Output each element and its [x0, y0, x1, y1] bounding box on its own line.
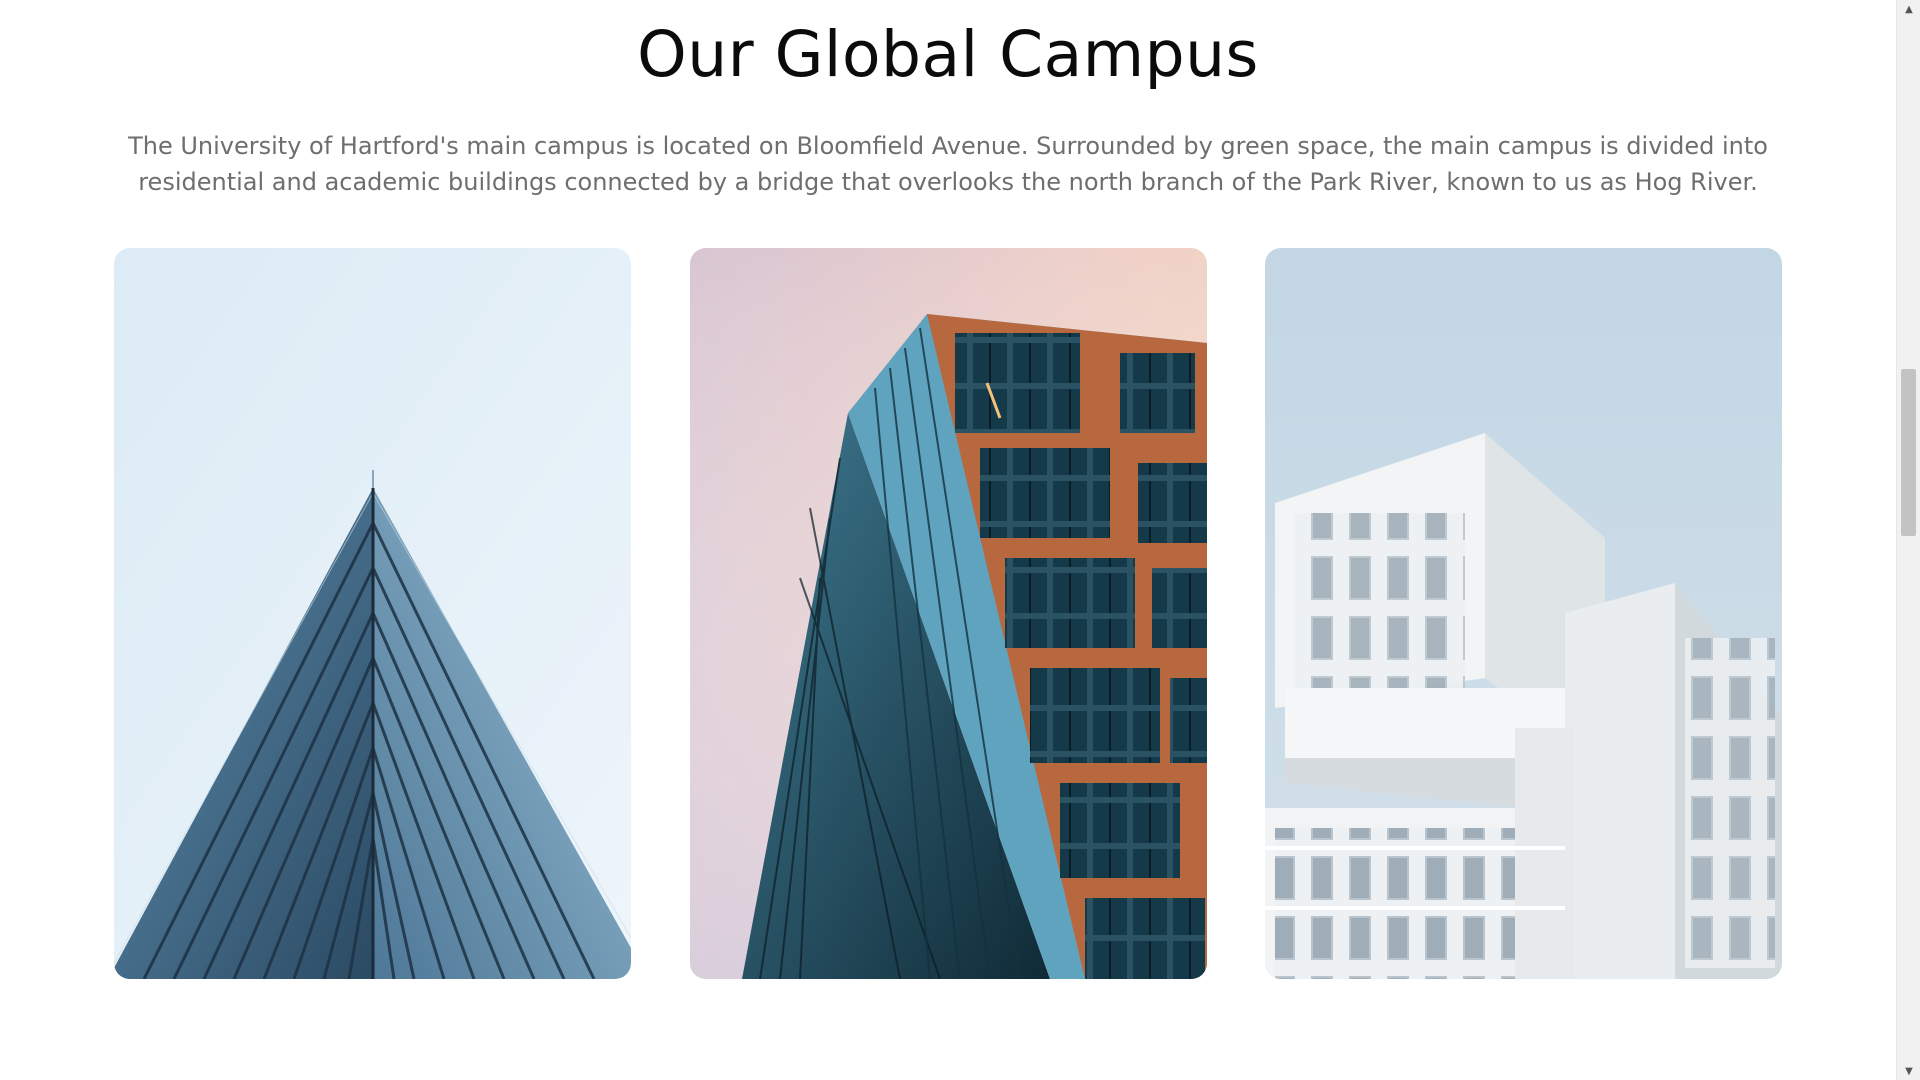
white-modular-building-photo	[1265, 248, 1782, 979]
glass-pyramid-building-photo	[114, 248, 631, 979]
campus-image-3	[1265, 248, 1782, 979]
campus-section: Our Global Campus The University of Hart…	[0, 0, 1896, 1080]
scrollbar-thumb[interactable]	[1901, 369, 1916, 536]
glass-copper-tower-photo	[690, 248, 1207, 979]
section-title: Our Global Campus	[637, 18, 1259, 91]
campus-image-1	[114, 248, 631, 979]
scroll-down-icon[interactable]: ▼	[1897, 1062, 1920, 1080]
scroll-up-icon[interactable]: ▲	[1897, 0, 1920, 18]
section-description: The University of Hartford's main campus…	[128, 132, 1768, 196]
page-scrollbar[interactable]: ▲ ▼	[1896, 0, 1920, 1080]
campus-image-2	[690, 248, 1207, 979]
